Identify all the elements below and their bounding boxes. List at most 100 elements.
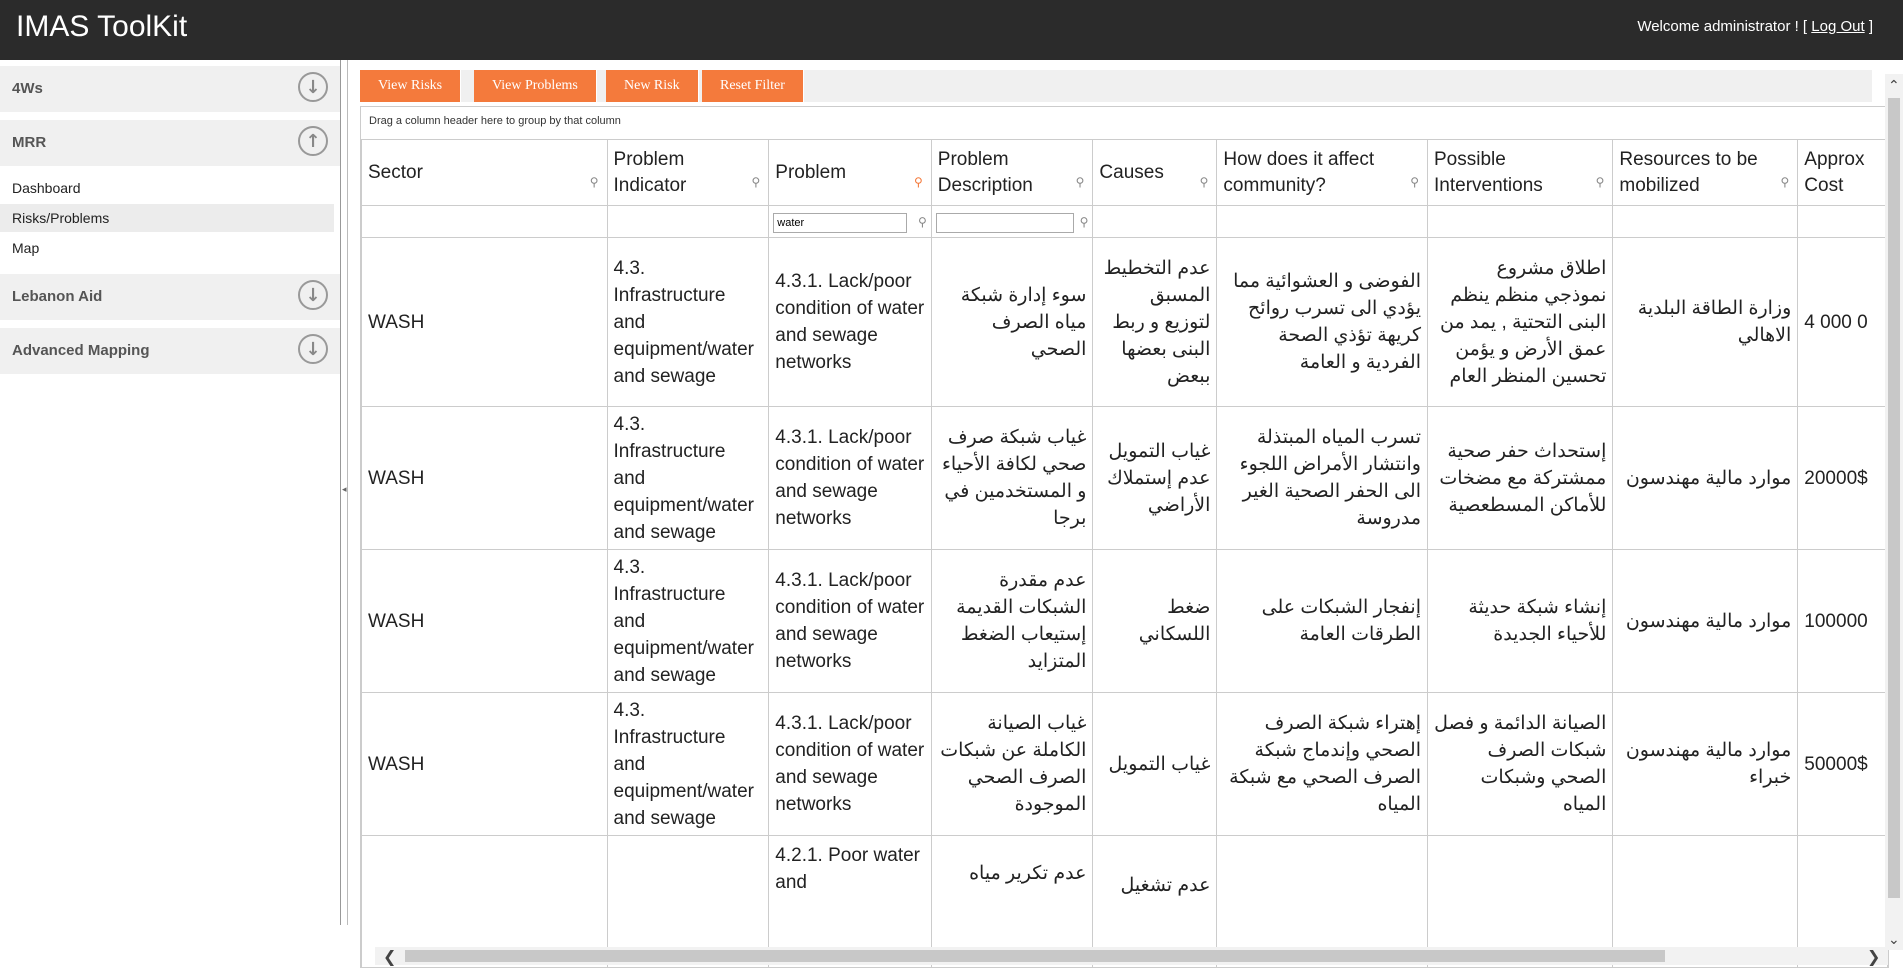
scroll-down-icon[interactable]: ⌄ bbox=[1888, 932, 1900, 948]
column-header-label: Sector bbox=[368, 162, 423, 183]
cell-affect: الفوضى و العشوائية مما يؤدي الى تسرب روا… bbox=[1217, 238, 1428, 407]
scroll-right-icon[interactable]: ❯ bbox=[1867, 947, 1880, 966]
scroll-left-icon[interactable]: ❮ bbox=[383, 947, 396, 966]
column-header-possible-interventions[interactable]: Possible Interventions ⚲ bbox=[1428, 140, 1613, 206]
filter-cell: ⚲ bbox=[931, 206, 1093, 238]
arrow-down-circle-icon[interactable]: ↓ bbox=[298, 334, 328, 364]
view-risks-button[interactable]: View Risks bbox=[360, 70, 461, 102]
column-header-label: Problem Description bbox=[938, 149, 1033, 196]
column-header-label: Approx Cost bbox=[1804, 149, 1864, 196]
sidebar-section-advanced-mapping[interactable]: Advanced Mapping ↓ bbox=[0, 328, 340, 376]
column-header-approx-cost[interactable]: Approx Cost bbox=[1798, 140, 1888, 206]
sidebar-item-dashboard[interactable]: Dashboard bbox=[0, 174, 334, 202]
filter-cell bbox=[1217, 206, 1428, 238]
sidebar-section-label: 4Ws bbox=[12, 80, 43, 97]
vertical-scroll-thumb[interactable] bbox=[1888, 98, 1900, 898]
column-header-sector[interactable]: Sector ⚲ bbox=[362, 140, 608, 206]
data-grid: Drag a column header here to group by th… bbox=[360, 106, 1889, 968]
main-content: View Risks View Problems New Risk Reset … bbox=[352, 60, 1903, 925]
sidebar-item-map[interactable]: Map bbox=[0, 234, 334, 262]
column-header-label: Resources to be mobilized bbox=[1619, 149, 1757, 196]
column-header-problem-indicator[interactable]: Problem Indicator⚲ bbox=[607, 140, 769, 206]
filter-icon[interactable]: ⚲ bbox=[1410, 169, 1419, 195]
filter-row: ⚲ ⚲ bbox=[362, 206, 1888, 238]
filter-icon[interactable]: ⚲ bbox=[1076, 169, 1085, 195]
cell-cost: 20000$ bbox=[1798, 407, 1888, 550]
cell-problem: 4.3.1. Lack/poor condition of water and … bbox=[769, 693, 932, 836]
cell-causes: ضغط اللسكاني bbox=[1093, 550, 1217, 693]
cell-resources: موارد مالية مهندسون bbox=[1613, 550, 1798, 693]
filter-icon[interactable]: ⚲ bbox=[1080, 215, 1089, 229]
table-row[interactable]: WASH 4.3. Infrastructure and equipment/w… bbox=[362, 550, 1888, 693]
app-title: IMAS ToolKit bbox=[16, 10, 187, 44]
column-header-label: Causes bbox=[1099, 162, 1163, 183]
sidebar-section-lebanon-aid[interactable]: Lebanon Aid ↓ bbox=[0, 274, 340, 322]
filter-icon[interactable]: ⚲ bbox=[1781, 169, 1790, 195]
sidebar-item-risks-problems[interactable]: Risks/Problems bbox=[0, 204, 334, 232]
arrow-down-circle-icon[interactable]: ↓ bbox=[298, 72, 328, 102]
cell-sector: WASH bbox=[362, 693, 608, 836]
cell-problem: 4.3.1. Lack/poor condition of water and … bbox=[769, 407, 932, 550]
filter-active-icon[interactable]: ⚲ bbox=[914, 169, 923, 195]
problem-filter-input[interactable] bbox=[773, 213, 907, 233]
arrow-down-circle-icon[interactable]: ↓ bbox=[298, 280, 328, 310]
mrr-submenu: Dashboard Risks/Problems Map bbox=[0, 168, 340, 268]
column-header-label: Problem bbox=[775, 162, 846, 183]
cell-resources: موارد مالية مهندسون bbox=[1613, 407, 1798, 550]
welcome-close: ] bbox=[1869, 18, 1873, 35]
horizontal-scroll-thumb[interactable] bbox=[405, 950, 1665, 962]
new-risk-button[interactable]: New Risk bbox=[606, 70, 699, 102]
column-header-label: How does it affect community? bbox=[1223, 149, 1374, 196]
filter-cell bbox=[1613, 206, 1798, 238]
cell-affect: تسرب المياه المبتذلة وانتشار الأمراض الل… bbox=[1217, 407, 1428, 550]
cell-description: عدم مقدرة الشبكات القديمة إستيعاب الضغط … bbox=[931, 550, 1093, 693]
top-bar: IMAS ToolKit Welcome administrator ! [ L… bbox=[0, 0, 1903, 60]
cell-resources: موارد مالية مهندسون خبراء bbox=[1613, 693, 1798, 836]
table-row[interactable]: WASH 4.3. Infrastructure and equipment/w… bbox=[362, 238, 1888, 407]
group-by-hint: Drag a column header here to group by th… bbox=[369, 115, 621, 127]
column-header-problem[interactable]: Problem ⚲ bbox=[769, 140, 932, 206]
cell-interventions: الصيانة الدائمة و فصل شبكات الصرف الصحي … bbox=[1428, 693, 1613, 836]
cell-affect: إهتراء شبكة الصرف الصحي وإندماج شبكة الص… bbox=[1217, 693, 1428, 836]
filter-cell bbox=[1093, 206, 1217, 238]
scroll-up-icon[interactable]: ⌃ bbox=[1888, 78, 1900, 94]
reset-filter-button[interactable]: Reset Filter bbox=[702, 70, 804, 102]
filter-icon[interactable]: ⚲ bbox=[752, 169, 761, 195]
view-problems-button[interactable]: View Problems bbox=[474, 70, 597, 102]
filter-cell bbox=[362, 206, 608, 238]
cell-indicator: 4.3. Infrastructure and equipment/water … bbox=[607, 693, 769, 836]
cell-cost: 50000$ bbox=[1798, 693, 1888, 836]
sidebar-splitter[interactable]: ◂ bbox=[340, 60, 348, 925]
table-row[interactable]: WASH 4.3. Infrastructure and equipment/w… bbox=[362, 407, 1888, 550]
cell-cost: 4 000 0 bbox=[1798, 238, 1888, 407]
sidebar-section-4ws[interactable]: 4Ws ↓ bbox=[0, 66, 340, 114]
column-header-causes[interactable]: Causes ⚲ bbox=[1093, 140, 1217, 206]
logout-link[interactable]: Log Out bbox=[1811, 18, 1864, 35]
filter-icon[interactable]: ⚲ bbox=[1596, 169, 1605, 195]
welcome-area: Welcome administrator ! [ Log Out ] bbox=[1637, 18, 1873, 35]
filter-icon[interactable]: ⚲ bbox=[590, 169, 599, 195]
column-header-label: Possible Interventions bbox=[1434, 149, 1543, 196]
table-row[interactable]: WASH 4.3. Infrastructure and equipment/w… bbox=[362, 693, 1888, 836]
sidebar-section-mrr[interactable]: MRR ↑ bbox=[0, 120, 340, 168]
cell-resources: وزارة الطاقة البلدية الاهالي bbox=[1613, 238, 1798, 407]
collapse-left-icon[interactable]: ◂ bbox=[342, 485, 347, 495]
column-header-problem-description[interactable]: Problem Description ⚲ bbox=[931, 140, 1093, 206]
sidebar-section-label: Advanced Mapping bbox=[12, 342, 150, 359]
cell-interventions: إستحداث حفر صحية ممشتركة مع مضخات للأماك… bbox=[1428, 407, 1613, 550]
arrow-up-circle-icon[interactable]: ↑ bbox=[298, 126, 328, 156]
cell-sector: WASH bbox=[362, 407, 608, 550]
cell-indicator: 4.3. Infrastructure and equipment/water … bbox=[607, 407, 769, 550]
cell-interventions: اطلاق مشروع نموذجي منظم ينظم البنى التحت… bbox=[1428, 238, 1613, 407]
cell-affect: إنفجار الشبكات على الطرقات العامة bbox=[1217, 550, 1428, 693]
filter-icon[interactable]: ⚲ bbox=[918, 215, 927, 229]
cell-cost: 100000 bbox=[1798, 550, 1888, 693]
vertical-scrollbar[interactable]: ⌃ ⌄ bbox=[1885, 74, 1903, 950]
sidebar-section-label: MRR bbox=[12, 134, 46, 151]
horizontal-scrollbar[interactable]: ❮ ❯ bbox=[375, 947, 1889, 965]
toolbar: View Risks View Problems New Risk Reset … bbox=[360, 70, 1872, 102]
column-header-affect-community[interactable]: How does it affect community? ⚲ bbox=[1217, 140, 1428, 206]
column-header-resources[interactable]: Resources to be mobilized ⚲ bbox=[1613, 140, 1798, 206]
description-filter-input[interactable] bbox=[936, 213, 1074, 233]
filter-icon[interactable]: ⚲ bbox=[1200, 169, 1209, 195]
